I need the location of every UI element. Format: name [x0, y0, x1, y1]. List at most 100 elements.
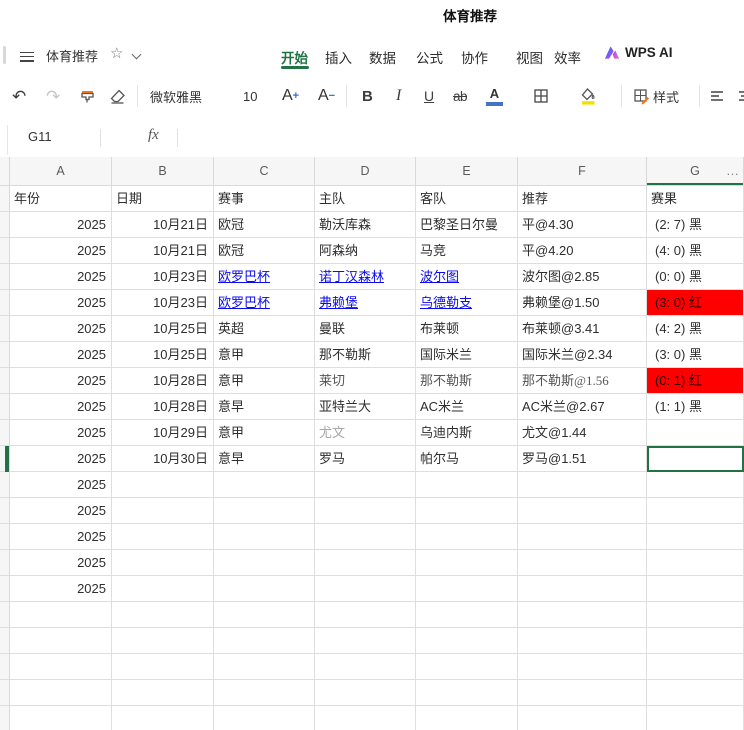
row-header[interactable] — [0, 238, 10, 264]
cell-G3[interactable]: (4: 0) 黑 — [647, 238, 744, 264]
cell-A3[interactable]: 2025 — [10, 238, 112, 264]
cell-C16[interactable] — [214, 576, 315, 602]
cell-G19[interactable] — [647, 654, 744, 680]
cell-G14[interactable] — [647, 524, 744, 550]
cell-D3[interactable]: 阿森纳 — [315, 238, 416, 264]
borders-icon[interactable] — [532, 84, 550, 108]
row-header[interactable] — [0, 524, 10, 550]
row-header[interactable] — [0, 316, 10, 342]
cell-F6[interactable]: 布莱顿@3.41 — [518, 316, 647, 342]
cell-B21[interactable] — [112, 706, 214, 730]
cell-C1[interactable]: 赛事 — [214, 186, 315, 212]
undo-button[interactable]: ↶ — [12, 84, 26, 108]
cell-B11[interactable]: 10月30日 — [112, 446, 214, 472]
decrease-font-button[interactable]: A− — [318, 84, 335, 108]
cell-A19[interactable] — [10, 654, 112, 680]
cell-C20[interactable] — [214, 680, 315, 706]
column-header-B[interactable]: B — [112, 157, 214, 186]
cell-B10[interactable]: 10月29日 — [112, 420, 214, 446]
cell-F20[interactable] — [518, 680, 647, 706]
cell-F1[interactable]: 推荐 — [518, 186, 647, 212]
font-color-button[interactable]: A — [486, 84, 503, 108]
row-header[interactable] — [0, 576, 10, 602]
column-header-E[interactable]: E — [416, 157, 518, 186]
cell-G18[interactable] — [647, 628, 744, 654]
cell-F17[interactable] — [518, 602, 647, 628]
cell-D7[interactable]: 那不勒斯 — [315, 342, 416, 368]
cell-F4[interactable]: 波尔图@2.85 — [518, 264, 647, 290]
row-header[interactable] — [0, 264, 10, 290]
cell-style-label[interactable]: 样式 — [653, 84, 679, 108]
row-header[interactable] — [0, 498, 10, 524]
cell-C13[interactable] — [214, 498, 315, 524]
tab-data[interactable]: 数据 — [369, 47, 396, 67]
cell-F12[interactable] — [518, 472, 647, 498]
cell-C9[interactable]: 意早 — [214, 394, 315, 420]
cell-E21[interactable] — [416, 706, 518, 730]
row-header[interactable] — [0, 654, 10, 680]
strikethrough-button[interactable]: ab — [453, 84, 467, 108]
cell-F7[interactable]: 国际米兰@2.34 — [518, 342, 647, 368]
eraser-icon[interactable] — [108, 84, 127, 108]
cell-D17[interactable] — [315, 602, 416, 628]
cell-A20[interactable] — [10, 680, 112, 706]
cell-B17[interactable] — [112, 602, 214, 628]
row-header[interactable] — [0, 550, 10, 576]
cell-E5[interactable]: 乌德勒支 — [416, 290, 518, 316]
cell-G2[interactable]: (2: 7) 黑 — [647, 212, 744, 238]
cell-B14[interactable] — [112, 524, 214, 550]
cell-C19[interactable] — [214, 654, 315, 680]
cell-D13[interactable] — [315, 498, 416, 524]
cell-F16[interactable] — [518, 576, 647, 602]
cell-C15[interactable] — [214, 550, 315, 576]
align-left-icon[interactable] — [708, 84, 726, 108]
cell-G12[interactable] — [647, 472, 744, 498]
cell-D10[interactable]: 尤文 — [315, 420, 416, 446]
cell-A10[interactable]: 2025 — [10, 420, 112, 446]
cell-E11[interactable]: 帕尔马 — [416, 446, 518, 472]
cell-A14[interactable]: 2025 — [10, 524, 112, 550]
cell-G17[interactable] — [647, 602, 744, 628]
cell-B20[interactable] — [112, 680, 214, 706]
cell-G13[interactable] — [647, 498, 744, 524]
cell-E19[interactable] — [416, 654, 518, 680]
cell-C17[interactable] — [214, 602, 315, 628]
cell-G9[interactable]: (1: 1) 黑 — [647, 394, 744, 420]
cell-F13[interactable] — [518, 498, 647, 524]
cell-G7[interactable]: (3: 0) 黑 — [647, 342, 744, 368]
cell-B16[interactable] — [112, 576, 214, 602]
cell-A6[interactable]: 2025 — [10, 316, 112, 342]
cell-B2[interactable]: 10月21日 — [112, 212, 214, 238]
cell-A2[interactable]: 2025 — [10, 212, 112, 238]
cell-B19[interactable] — [112, 654, 214, 680]
column-header-G[interactable]: G… — [647, 157, 744, 186]
cell-G4[interactable]: (0: 0) 黑 — [647, 264, 744, 290]
favorite-star-icon[interactable]: ☆ — [110, 44, 123, 62]
cell-F2[interactable]: 平@4.30 — [518, 212, 647, 238]
cell-D5[interactable]: 弗赖堡 — [315, 290, 416, 316]
cell-F9[interactable]: AC米兰@2.67 — [518, 394, 647, 420]
cell-E18[interactable] — [416, 628, 518, 654]
cell-B7[interactable]: 10月25日 — [112, 342, 214, 368]
tab-view[interactable]: 视图 — [516, 47, 543, 67]
doc-title-chevron-icon[interactable] — [132, 50, 142, 60]
tab-formula[interactable]: 公式 — [416, 47, 443, 67]
fill-color-icon[interactable] — [578, 84, 598, 108]
hamburger-menu-icon[interactable] — [20, 49, 34, 64]
cell-D6[interactable]: 曼联 — [315, 316, 416, 342]
italic-button[interactable]: I — [396, 84, 401, 108]
wps-ai-button[interactable]: WPS AI — [604, 45, 673, 60]
cell-F10[interactable]: 尤文@1.44 — [518, 420, 647, 446]
cell-F14[interactable] — [518, 524, 647, 550]
cell-E2[interactable]: 巴黎圣日尔曼 — [416, 212, 518, 238]
cell-F3[interactable]: 平@4.20 — [518, 238, 647, 264]
tab-home[interactable]: 开始 — [281, 47, 308, 67]
cell-C6[interactable]: 英超 — [214, 316, 315, 342]
cell-G20[interactable] — [647, 680, 744, 706]
cell-G1[interactable]: 赛果 — [647, 186, 744, 212]
cell-D16[interactable] — [315, 576, 416, 602]
cell-F18[interactable] — [518, 628, 647, 654]
cell-D12[interactable] — [315, 472, 416, 498]
cell-A18[interactable] — [10, 628, 112, 654]
insert-function-fx[interactable]: fx — [148, 127, 159, 144]
